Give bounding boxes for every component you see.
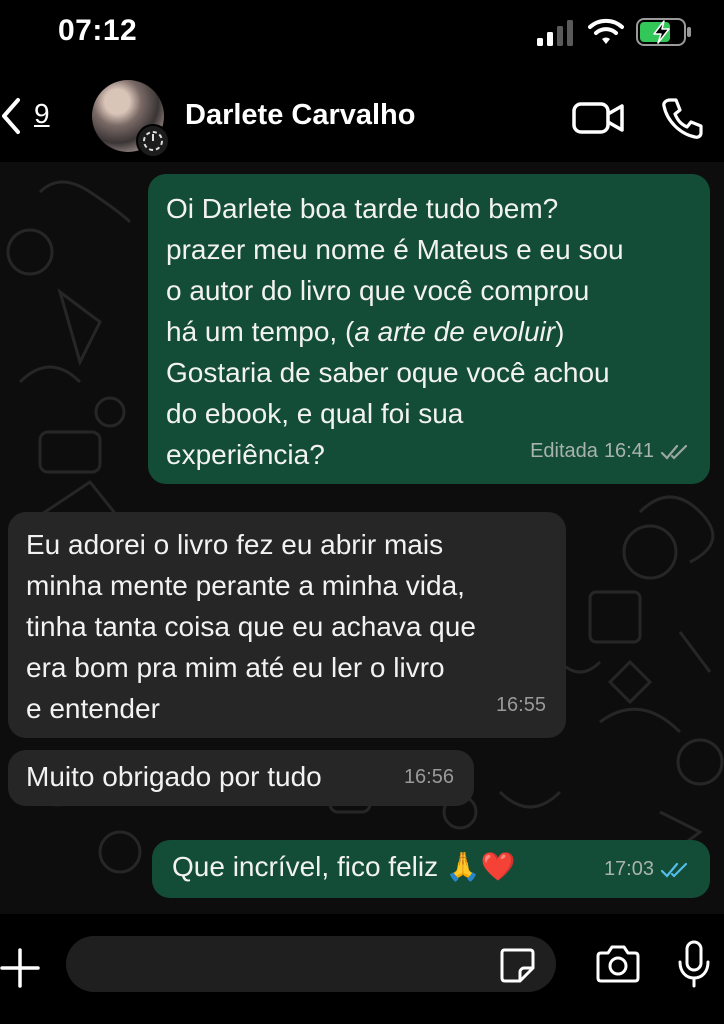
- chat-header: 9 Darlete Carvalho: [0, 70, 724, 162]
- chat-area[interactable]: Oi Darlete boa tarde tudo bem? prazer me…: [0, 162, 724, 914]
- message-meta: Editada 16:41: [530, 431, 690, 472]
- wifi-icon: [588, 18, 624, 44]
- double-check-icon: [660, 862, 688, 878]
- message-time: 16:55: [495, 694, 546, 716]
- message-time: 17:03: [603, 858, 654, 880]
- battery-charging-icon: [636, 18, 691, 46]
- phone-icon[interactable]: [660, 96, 704, 140]
- message-composer: [0, 914, 724, 1024]
- message-bubble-incoming[interactable]: Muito obrigado por tudo 16:56: [8, 750, 474, 806]
- message-bubble-outgoing[interactable]: Oi Darlete boa tarde tudo bem? prazer me…: [148, 174, 710, 484]
- video-camera-icon[interactable]: [572, 100, 626, 136]
- contact-name[interactable]: Darlete Carvalho: [185, 99, 416, 132]
- cellular-signal-icon: [537, 20, 573, 46]
- double-check-icon: [660, 444, 688, 460]
- camera-icon[interactable]: [594, 944, 642, 984]
- message-bubble-incoming[interactable]: Eu adorei o livro fez eu abrir mais minh…: [8, 512, 566, 738]
- message-text: Eu adorei o livro fez eu abrir mais minh…: [26, 529, 476, 724]
- plus-icon[interactable]: [0, 948, 40, 988]
- microphone-icon[interactable]: [676, 940, 712, 988]
- message-input[interactable]: [66, 936, 556, 992]
- message-meta: 16:56: [404, 757, 454, 798]
- back-unread-count[interactable]: 9: [34, 98, 50, 130]
- edited-label: Editada: [530, 440, 598, 462]
- message-meta: 17:03: [604, 849, 690, 890]
- message-time: 16:56: [403, 766, 454, 788]
- chevron-left-icon[interactable]: [0, 96, 22, 136]
- message-meta: 16:55: [496, 685, 546, 726]
- status-ring-icon: [136, 124, 170, 158]
- message-time: 16:41: [603, 440, 654, 462]
- status-time: 07:12: [58, 14, 138, 47]
- status-bar: 07:12: [0, 0, 724, 70]
- sticker-icon[interactable]: [498, 946, 536, 984]
- message-bubble-outgoing[interactable]: Que incrível, fico feliz 🙏❤️ 17:03: [152, 840, 710, 898]
- message-italic-text: a arte de evoluir: [354, 316, 556, 347]
